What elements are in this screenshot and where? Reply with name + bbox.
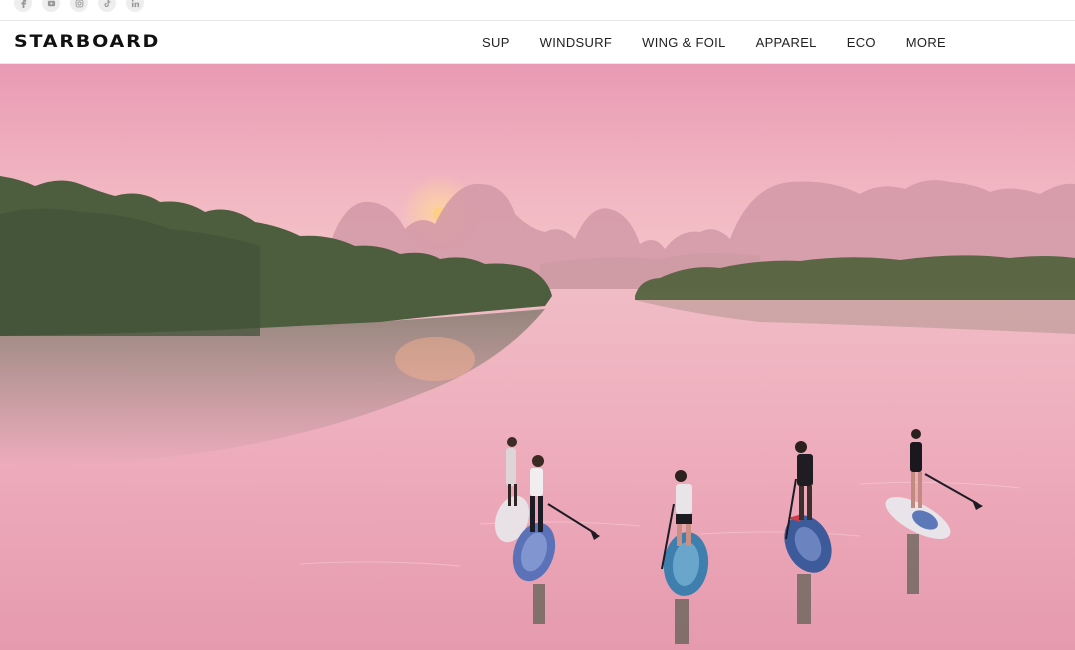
linkedin-icon[interactable] (126, 0, 144, 12)
brand-logo[interactable]: STARBOARD (14, 34, 160, 51)
nav-item-windsurf[interactable]: WINDSURF (540, 35, 612, 50)
nav-item-more[interactable]: MORE (906, 35, 946, 50)
instagram-icon[interactable] (70, 0, 88, 12)
social-bar (0, 0, 1075, 21)
youtube-icon[interactable] (42, 0, 60, 12)
nav-item-eco[interactable]: ECO (847, 35, 876, 50)
hero-image (0, 64, 1075, 650)
sun-reflection (395, 337, 475, 381)
social-icons (14, 0, 144, 12)
main-nav: SUP WINDSURF WING & FOIL APPAREL ECO MOR… (452, 21, 946, 63)
nav-item-wing-foil[interactable]: WING & FOIL (642, 35, 725, 50)
tiktok-icon[interactable] (98, 0, 116, 12)
nav-item-apparel[interactable]: APPAREL (756, 35, 817, 50)
facebook-icon[interactable] (14, 0, 32, 12)
nav-item-sup[interactable]: SUP (482, 35, 510, 50)
hero-scene (0, 64, 1075, 650)
main-navbar: STARBOARD SUP WINDSURF WING & FOIL APPAR… (0, 21, 1075, 64)
